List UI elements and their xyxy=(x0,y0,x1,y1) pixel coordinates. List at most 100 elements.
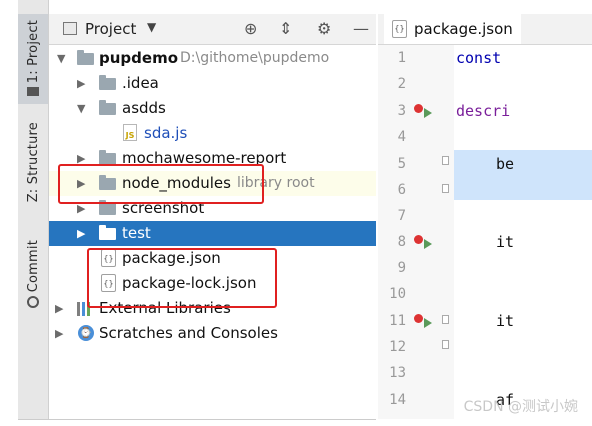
debug-marker-icon[interactable] xyxy=(414,235,423,244)
line-number: 2 xyxy=(397,76,406,92)
chevron-right-icon[interactable]: ▶ xyxy=(55,302,63,315)
chevron-right-icon[interactable]: ▶ xyxy=(55,327,63,340)
line-number: 12 xyxy=(389,339,406,355)
line-number: 14 xyxy=(389,392,406,408)
project-panel-title[interactable]: Project xyxy=(85,20,136,38)
tree-row-asdds[interactable]: ▼ asdds xyxy=(49,96,376,121)
line-number: 8 xyxy=(397,234,406,250)
chevron-down-icon[interactable]: ▼ xyxy=(57,52,65,65)
folder-icon xyxy=(27,87,39,97)
tree-row-pupdemo[interactable]: ▼ pupdemo D:\githome\pupdemo xyxy=(49,46,376,71)
tree-path-hint: D:\githome\pupdemo xyxy=(180,50,330,66)
run-test-icon[interactable] xyxy=(424,239,432,249)
tool-window-strip: 1: Project Z: Structure Commit xyxy=(18,0,49,419)
tree-row-node-modules[interactable]: ▶ node_modules library root xyxy=(49,171,376,196)
library-root-hint: library root xyxy=(237,175,315,191)
editor-tab-label: package.json xyxy=(414,20,513,38)
chevron-right-icon[interactable]: ▶ xyxy=(77,227,85,240)
code-line-3[interactable]: descri xyxy=(456,102,510,120)
current-line-highlight xyxy=(454,150,592,200)
collapse-all-icon[interactable]: ⇕ xyxy=(279,19,292,38)
line-number: 1 xyxy=(397,50,406,66)
locate-target-icon[interactable]: ⊕ xyxy=(244,19,257,38)
editor-tab-package-json[interactable]: {} package.json xyxy=(384,14,521,44)
tree-row-test[interactable]: ▶ test xyxy=(49,221,376,246)
tree-label: .idea xyxy=(122,74,159,92)
tree-label: screenshot xyxy=(122,199,205,217)
run-test-icon[interactable] xyxy=(424,318,432,328)
structure-tool-tab-label: Z: Structure xyxy=(25,122,41,203)
debug-marker-icon[interactable] xyxy=(414,314,423,323)
chevron-right-icon[interactable]: ▶ xyxy=(77,202,85,215)
tree-label: Scratches and Consoles xyxy=(99,324,278,342)
commit-icon xyxy=(27,296,39,309)
fold-marker-icon[interactable] xyxy=(442,315,449,324)
debug-marker-icon[interactable] xyxy=(414,104,423,113)
line-number: 9 xyxy=(397,260,406,276)
tree-row-sda-js[interactable]: JS sda.js xyxy=(49,121,376,146)
chevron-right-icon[interactable]: ▶ xyxy=(77,77,85,90)
project-panel: Project ▼ ⊕ ⇕ ⚙ — ▼ pupdemo D:\githome\p… xyxy=(49,0,376,419)
tree-label: asdds xyxy=(122,99,166,117)
folder-icon xyxy=(99,175,116,190)
tree-row-external-libraries[interactable]: ▶ External Libraries xyxy=(49,296,376,321)
project-tool-tab[interactable]: 1: Project xyxy=(18,14,48,104)
folder-icon xyxy=(99,200,116,215)
tree-label: package.json xyxy=(122,249,221,267)
tree-row-scratches-and-consoles[interactable]: ▶ ⌚ Scratches and Consoles xyxy=(49,321,376,346)
line-number: 13 xyxy=(389,365,406,381)
line-number: 11 xyxy=(389,313,406,329)
project-tool-tab-label: 1: Project xyxy=(25,20,41,84)
tree-row-mochawesome-report[interactable]: ▶ mochawesome-report xyxy=(49,146,376,171)
panel-bottom-border xyxy=(18,419,376,420)
editor-tab-bar: {} package.json xyxy=(378,14,592,45)
tree-row-screenshot[interactable]: ▶ screenshot xyxy=(49,196,376,221)
code-line-1[interactable]: const xyxy=(456,49,501,67)
tree-label: test xyxy=(122,224,151,242)
tree-row-package-lock-json[interactable]: {} package-lock.json xyxy=(49,271,376,296)
line-number: 7 xyxy=(397,208,406,224)
json-file-icon: {} xyxy=(101,249,116,267)
js-file-icon: JS xyxy=(123,124,137,141)
fold-marker-icon[interactable] xyxy=(442,156,449,165)
tree-label: node_modules xyxy=(122,174,231,192)
json-file-icon: {} xyxy=(101,274,116,292)
scratch-icon: ⌚ xyxy=(78,325,94,341)
watermark: CSDN @测试小婉 xyxy=(463,399,578,415)
commit-tool-tab[interactable]: Commit xyxy=(18,240,48,320)
fold-marker-icon[interactable] xyxy=(442,184,449,193)
tree-label: External Libraries xyxy=(99,299,231,317)
chevron-down-icon[interactable]: ▼ xyxy=(77,102,85,115)
folder-icon xyxy=(99,100,116,115)
editor-area: {} package.json 1 2 3 4 5 6 7 8 9 10 11 … xyxy=(378,0,592,419)
folder-icon xyxy=(99,225,116,240)
tree-label: sda.js xyxy=(144,124,188,142)
folder-icon xyxy=(99,150,116,165)
folder-icon xyxy=(77,50,94,65)
project-view-icon xyxy=(63,22,77,35)
structure-tool-tab[interactable]: Z: Structure xyxy=(18,122,48,212)
chevron-right-icon[interactable]: ▶ xyxy=(77,177,85,190)
tree-label: mochawesome-report xyxy=(122,149,287,167)
code-line-5[interactable]: be xyxy=(496,155,514,173)
folder-icon xyxy=(99,75,116,90)
minimize-icon[interactable]: — xyxy=(353,19,369,38)
code-line-8[interactable]: it xyxy=(496,233,514,251)
tree-row-idea[interactable]: ▶ .idea xyxy=(49,71,376,96)
line-number: 6 xyxy=(397,182,406,198)
editor-gutter xyxy=(378,45,454,419)
gear-icon[interactable]: ⚙ xyxy=(317,19,331,38)
json-file-icon: {} xyxy=(392,20,407,38)
fold-marker-icon[interactable] xyxy=(442,340,449,349)
tree-label: pupdemo xyxy=(99,49,178,67)
chevron-right-icon[interactable]: ▶ xyxy=(77,152,85,165)
line-number: 10 xyxy=(389,286,406,302)
tree-row-package-json[interactable]: {} package.json xyxy=(49,246,376,271)
code-line-11[interactable]: it xyxy=(496,312,514,330)
run-test-icon[interactable] xyxy=(424,108,432,118)
library-icon xyxy=(77,302,93,316)
line-number: 5 xyxy=(397,156,406,172)
chevron-down-icon[interactable]: ▼ xyxy=(147,20,156,34)
tree-label: package-lock.json xyxy=(122,274,257,292)
commit-tool-tab-label: Commit xyxy=(25,240,41,293)
